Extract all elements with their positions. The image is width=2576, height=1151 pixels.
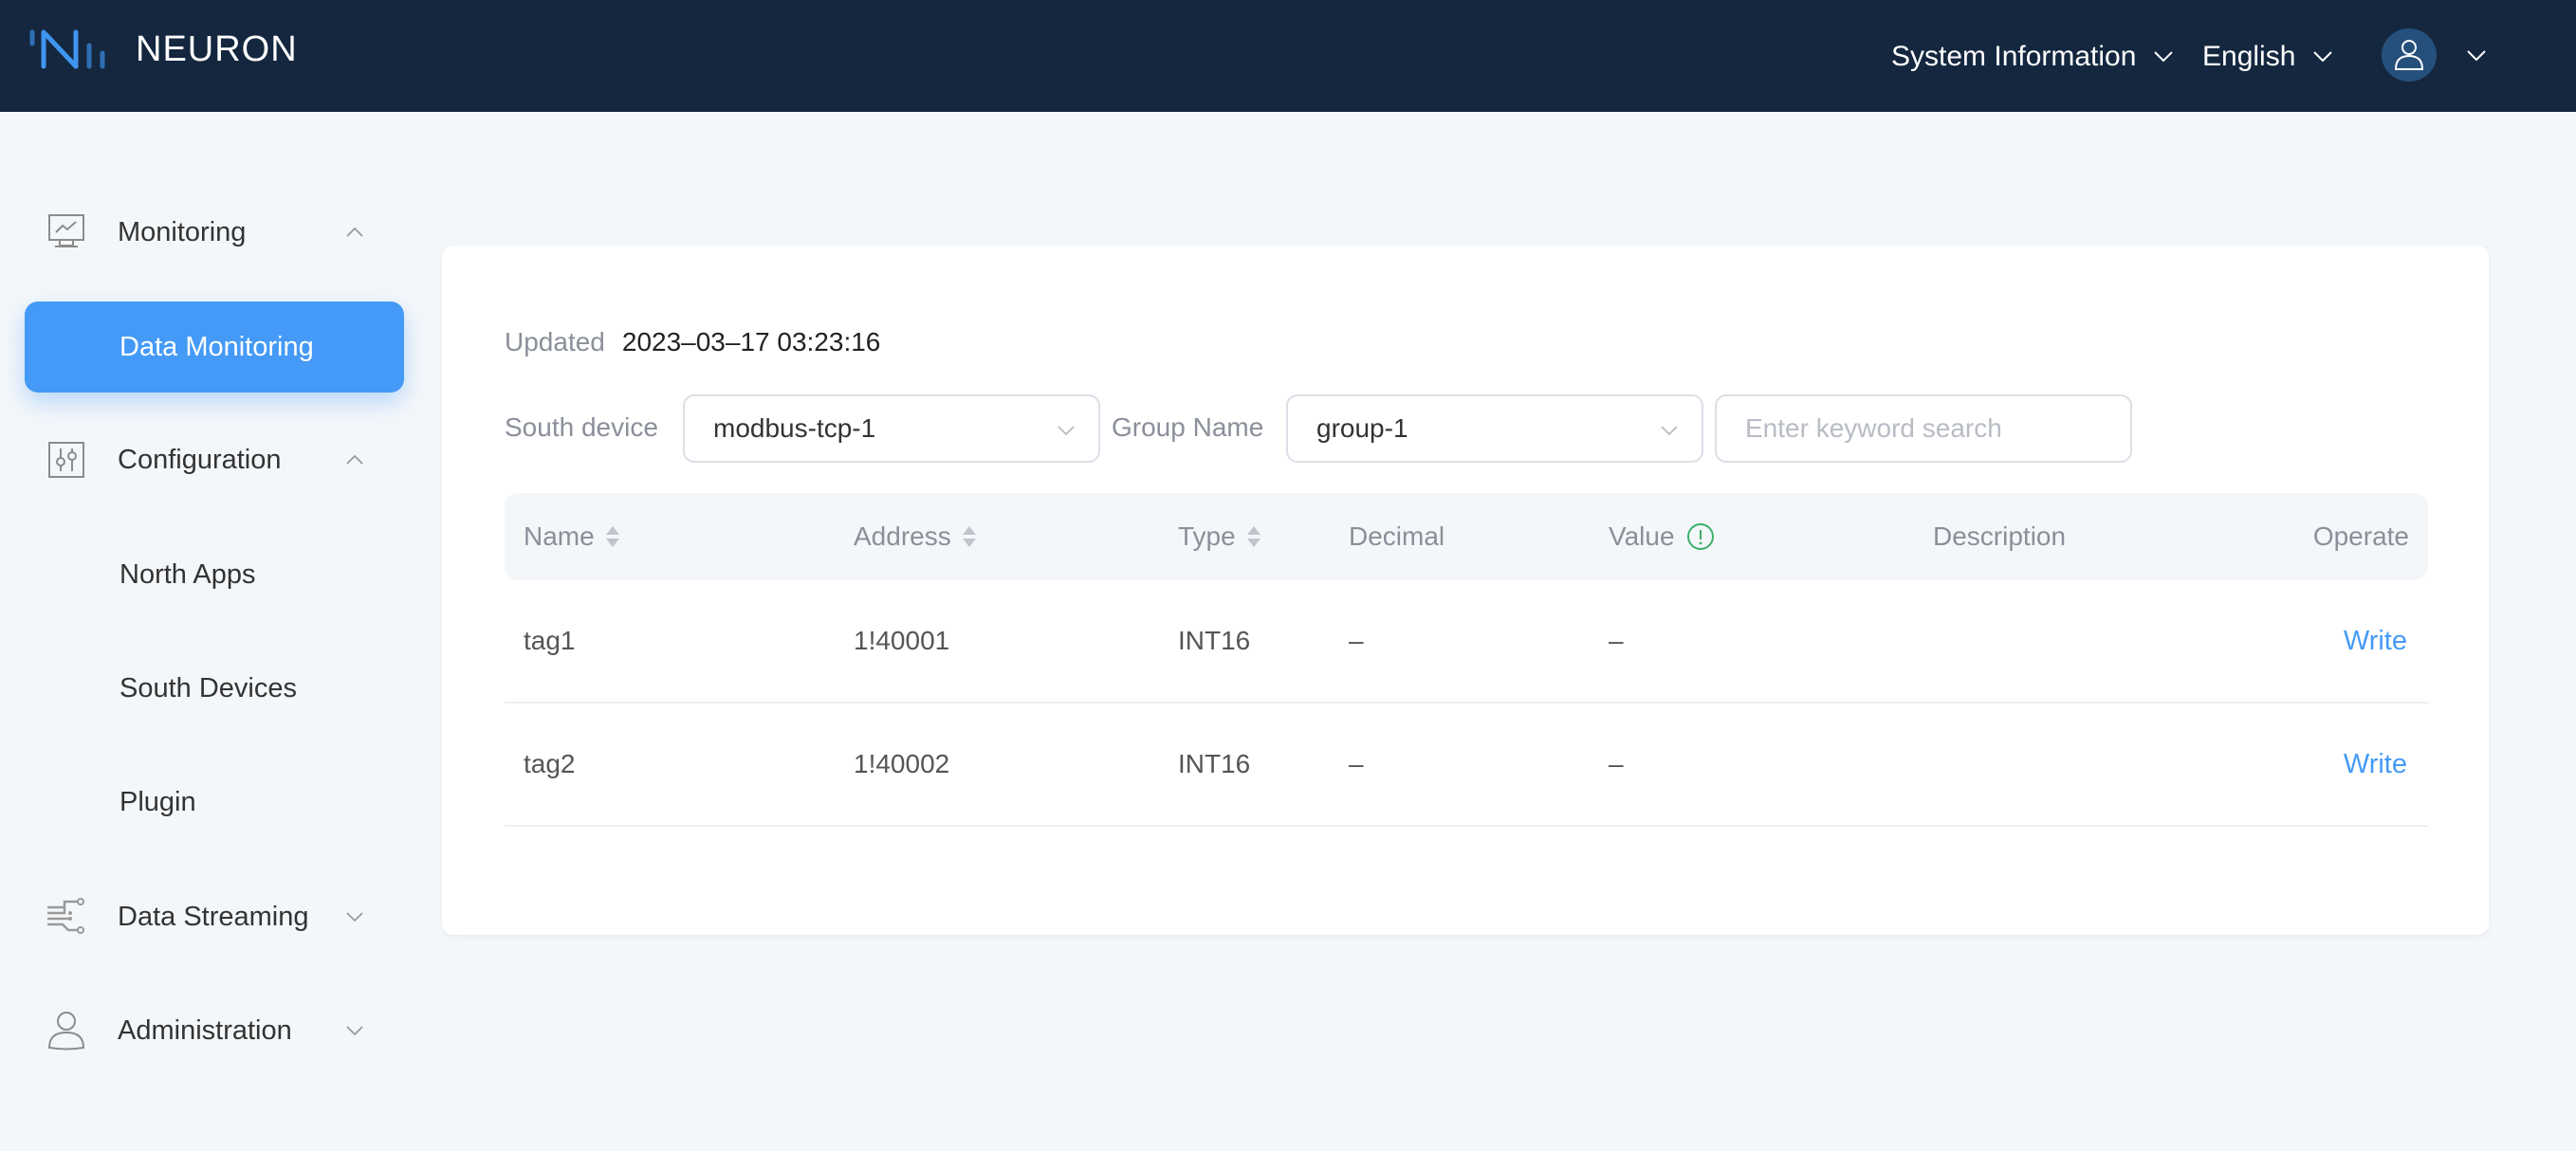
cell-type: INT16 — [1178, 749, 1251, 778]
sidebar: Monitoring Data Monitoring Configuration… — [0, 112, 417, 1151]
table-row: tag2 1!40002 INT16 – – Write — [505, 703, 2428, 827]
user-icon — [47, 1012, 85, 1051]
south-device-value: modbus-tcp-1 — [713, 413, 876, 443]
group-name-select[interactable]: group-1 — [1286, 394, 1703, 463]
column-header-label: Operate — [2312, 521, 2409, 551]
language-menu[interactable]: English — [2202, 38, 2333, 76]
cell-name: tag1 — [524, 626, 576, 655]
cell-address: 1!40001 — [854, 626, 950, 655]
sidebar-item-label: Plugin — [120, 787, 196, 817]
system-information-label: System Information — [1891, 41, 2137, 72]
sidebar-item-label: North Apps — [120, 559, 256, 590]
sidebar-item-south-devices[interactable]: South Devices — [25, 643, 404, 734]
table-row: tag1 1!40001 INT16 – – Write — [505, 580, 2428, 703]
sidebar-group-monitoring[interactable]: Monitoring — [0, 199, 417, 265]
sort-icon[interactable] — [1245, 524, 1262, 549]
group-name-label: Group Name — [1112, 412, 1264, 442]
top-header: NEURON System Information English — [0, 0, 2576, 112]
chevron-down-icon — [346, 912, 363, 923]
sidebar-group-label: Monitoring — [118, 217, 247, 247]
cell-decimal: – — [1349, 626, 1364, 655]
sidebar-item-north-apps[interactable]: North Apps — [25, 529, 404, 620]
column-header-address[interactable]: Address — [854, 518, 978, 556]
write-button[interactable]: Write — [2344, 622, 2407, 660]
tags-table: Name Address Type Decimal Value Descript… — [505, 493, 2428, 827]
cell-type: INT16 — [1178, 626, 1251, 655]
sidebar-group-data-streaming[interactable]: Data Streaming — [0, 884, 417, 950]
group-name-value: group-1 — [1316, 413, 1408, 443]
column-header-label: Name — [524, 521, 595, 551]
info-icon[interactable] — [1686, 522, 1715, 551]
sort-icon[interactable] — [604, 524, 621, 549]
cell-value: – — [1609, 626, 1624, 655]
sidebar-item-label: Data Monitoring — [120, 332, 314, 362]
column-header-label: Address — [854, 521, 951, 551]
neuron-logo-icon — [29, 29, 105, 69]
user-icon — [2394, 40, 2424, 70]
column-header-name[interactable]: Name — [524, 518, 621, 556]
table-header: Name Address Type Decimal Value Descript… — [505, 493, 2428, 580]
south-device-label: South device — [505, 412, 658, 442]
column-header-value: Value — [1609, 518, 1715, 556]
chevron-down-icon — [2313, 51, 2333, 63]
updated-info: Updated 2023–03–17 03:23:16 — [505, 323, 880, 361]
cell-address: 1!40002 — [854, 749, 950, 778]
sidebar-group-administration[interactable]: Administration — [0, 997, 417, 1064]
data-monitoring-card: Updated 2023–03–17 03:23:16 South device… — [442, 246, 2489, 935]
brand-name: NEURON — [136, 29, 298, 69]
chevron-down-icon — [1058, 426, 1075, 436]
chevron-down-icon — [346, 1026, 363, 1036]
column-header-label: Type — [1178, 521, 1236, 551]
sidebar-group-label: Configuration — [118, 445, 282, 475]
column-header-label: Description — [1933, 521, 2067, 551]
write-button[interactable]: Write — [2344, 745, 2407, 783]
column-header-label: Value — [1609, 521, 1675, 551]
sidebar-item-data-monitoring[interactable]: Data Monitoring — [25, 301, 404, 393]
cell-name: tag2 — [524, 749, 576, 778]
chevron-up-icon — [346, 227, 363, 237]
south-device-select[interactable]: modbus-tcp-1 — [683, 394, 1100, 463]
chevron-up-icon — [346, 454, 363, 465]
column-header-description: Description — [1933, 518, 2066, 556]
column-header-label: Decimal — [1349, 521, 1445, 551]
language-label: English — [2202, 41, 2296, 72]
column-header-decimal: Decimal — [1349, 518, 1444, 556]
cell-value: – — [1609, 749, 1624, 778]
column-header-type[interactable]: Type — [1178, 518, 1262, 556]
chevron-down-icon — [2154, 51, 2174, 63]
user-menu-chevron-icon[interactable] — [2466, 49, 2487, 63]
cell-decimal: – — [1349, 749, 1364, 778]
data-stream-icon — [47, 898, 84, 934]
keyword-search-input[interactable] — [1715, 394, 2132, 463]
sort-icon[interactable] — [961, 524, 978, 549]
sidebar-item-plugin[interactable]: Plugin — [25, 757, 404, 848]
updated-label: Updated — [505, 327, 605, 356]
sidebar-group-label: Administration — [118, 1015, 292, 1046]
user-avatar[interactable] — [2382, 28, 2437, 82]
updated-timestamp: 2023–03–17 03:23:16 — [621, 327, 881, 356]
sliders-icon — [48, 442, 84, 478]
column-header-operate: Operate — [2313, 518, 2409, 556]
sidebar-item-label: South Devices — [120, 673, 297, 703]
chevron-down-icon — [1661, 426, 1678, 436]
monitor-chart-icon — [48, 214, 84, 247]
sidebar-group-label: Data Streaming — [118, 902, 309, 932]
sidebar-group-configuration[interactable]: Configuration — [0, 427, 417, 493]
system-information-menu[interactable]: System Information — [1891, 38, 2174, 76]
